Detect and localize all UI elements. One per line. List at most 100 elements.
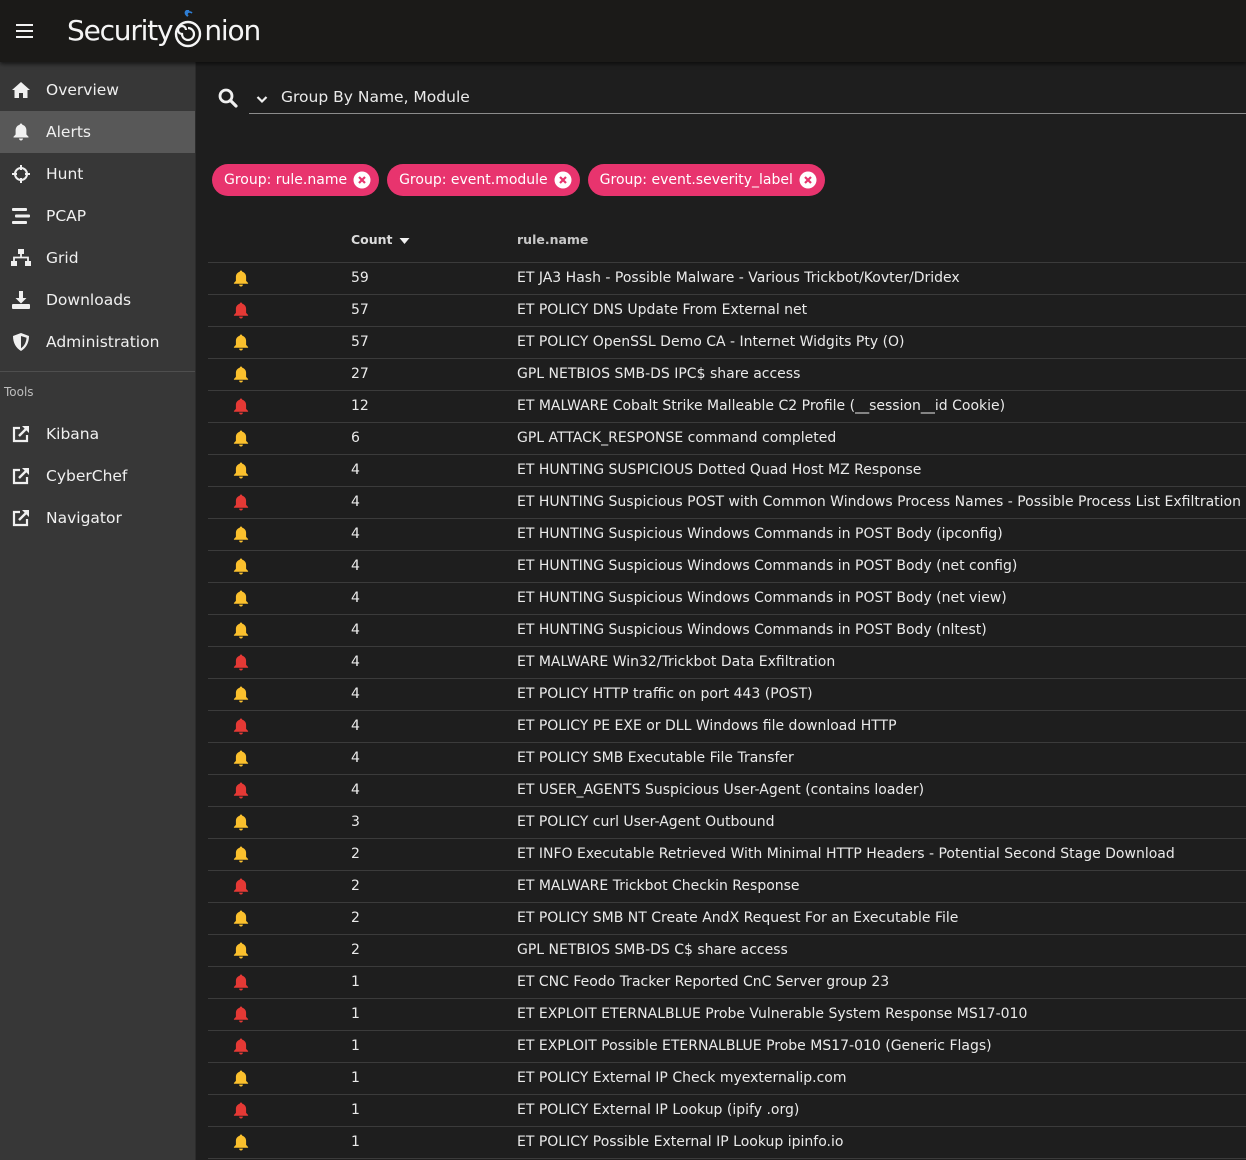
sidebar-item-grid[interactable]: Grid [0, 237, 195, 279]
severity-bell-icon[interactable] [233, 526, 249, 543]
severity-bell-icon[interactable] [233, 878, 249, 895]
table-row[interactable]: 4 ET POLICY PE EXE or DLL Windows file do… [208, 711, 1246, 743]
severity-bell-icon[interactable] [233, 750, 249, 767]
rule-name-cell[interactable]: ET HUNTING Suspicious Windows Commands i… [517, 526, 1003, 542]
table-row[interactable]: 12 ET MALWARE Cobalt Strike Malleable C2 … [208, 391, 1246, 423]
sidebar-item-navigator[interactable]: Navigator [0, 497, 195, 539]
sidebar-item-downloads[interactable]: Downloads [0, 279, 195, 321]
table-row[interactable]: 4 ET HUNTING Suspicious Windows Commands … [208, 519, 1246, 551]
sidebar-item-hunt[interactable]: Hunt [0, 153, 195, 195]
group-chip-event-severity-label[interactable]: Group: event.severity_label [587, 164, 825, 196]
close-circle-icon[interactable] [799, 171, 817, 189]
rule-name-cell[interactable]: ET POLICY DNS Update From External net [517, 302, 807, 318]
severity-bell-icon[interactable] [233, 1134, 249, 1151]
table-row[interactable]: 1 ET EXPLOIT ETERNALBLUE Probe Vulnerable… [208, 999, 1246, 1031]
group-chip-rule-name[interactable]: Group: rule.name [212, 164, 380, 196]
rule-name-cell[interactable]: ET POLICY curl User-Agent Outbound [517, 814, 775, 830]
rule-name-cell[interactable]: ET POLICY PE EXE or DLL Windows file dow… [517, 718, 897, 734]
rule-name-cell[interactable]: ET MALWARE Cobalt Strike Malleable C2 Pr… [517, 398, 1005, 414]
severity-bell-icon[interactable] [233, 590, 249, 607]
rule-name-cell[interactable]: ET CNC Feodo Tracker Reported CnC Server… [517, 974, 889, 990]
severity-bell-icon[interactable] [233, 558, 249, 575]
table-row[interactable]: 4 ET POLICY HTTP traffic on port 443 (POS… [208, 679, 1246, 711]
rule-name-cell[interactable]: GPL NETBIOS SMB-DS IPC$ share access [517, 366, 800, 382]
severity-bell-icon[interactable] [233, 974, 249, 991]
table-row[interactable]: 4 ET HUNTING Suspicious Windows Commands … [208, 615, 1246, 647]
table-row[interactable]: 3 ET POLICY curl User-Agent Outbound [208, 807, 1246, 839]
rule-name-cell[interactable]: ET EXPLOIT ETERNALBLUE Probe Vulnerable … [517, 1006, 1027, 1022]
table-row[interactable]: 27 GPL NETBIOS SMB-DS IPC$ share access [208, 359, 1246, 391]
sidebar-item-cyberchef[interactable]: CyberChef [0, 455, 195, 497]
severity-bell-icon[interactable] [233, 846, 249, 863]
rule-name-cell[interactable]: ET HUNTING Suspicious Windows Commands i… [517, 622, 987, 638]
group-chip-event-module[interactable]: Group: event.module [387, 164, 580, 196]
table-row[interactable]: 6 GPL ATTACK_RESPONSE command completed [208, 423, 1246, 455]
close-circle-icon[interactable] [353, 171, 371, 189]
severity-bell-icon[interactable] [233, 366, 249, 383]
table-row[interactable]: 4 ET HUNTING Suspicious Windows Commands … [208, 551, 1246, 583]
severity-bell-icon[interactable] [233, 1006, 249, 1023]
severity-bell-icon[interactable] [233, 1102, 249, 1119]
table-row[interactable]: 2 ET MALWARE Trickbot Checkin Response [208, 871, 1246, 903]
rule-name-cell[interactable]: ET HUNTING Suspicious POST with Common W… [517, 494, 1241, 510]
table-row[interactable]: 4 ET POLICY SMB Executable File Transfer [208, 743, 1246, 775]
severity-bell-icon[interactable] [233, 622, 249, 639]
rule-name-cell[interactable]: ET USER_AGENTS Suspicious User-Agent (co… [517, 782, 924, 798]
column-header-count[interactable]: Count [351, 232, 410, 247]
sidebar-item-kibana[interactable]: Kibana [0, 413, 195, 455]
severity-bell-icon[interactable] [233, 334, 249, 351]
rule-name-cell[interactable]: ET INFO Executable Retrieved With Minima… [517, 846, 1175, 862]
table-row[interactable]: 1 ET EXPLOIT Possible ETERNALBLUE Probe M… [208, 1031, 1246, 1063]
security-onion-logo[interactable]: Security nion [67, 8, 261, 52]
severity-bell-icon[interactable] [233, 398, 249, 415]
rule-name-cell[interactable]: ET MALWARE Trickbot Checkin Response [517, 878, 800, 894]
severity-bell-icon[interactable] [233, 494, 249, 511]
table-row[interactable]: 1 ET POLICY External IP Check myexternali… [208, 1063, 1246, 1095]
column-header-rule-name[interactable]: rule.name [517, 232, 588, 247]
table-row[interactable]: 4 ET HUNTING SUSPICIOUS Dotted Quad Host … [208, 455, 1246, 487]
table-row[interactable]: 2 ET POLICY SMB NT Create AndX Request Fo… [208, 903, 1246, 935]
table-row[interactable]: 4 ET HUNTING Suspicious Windows Commands … [208, 583, 1246, 615]
query-input[interactable] [249, 80, 1246, 114]
rule-name-cell[interactable]: ET HUNTING Suspicious Windows Commands i… [517, 590, 1007, 606]
rule-name-cell[interactable]: ET HUNTING SUSPICIOUS Dotted Quad Host M… [517, 462, 921, 478]
table-row[interactable]: 4 ET MALWARE Win32/Trickbot Data Exfiltra… [208, 647, 1246, 679]
sidebar-item-administration[interactable]: Administration [0, 321, 195, 363]
severity-bell-icon[interactable] [233, 302, 249, 319]
rule-name-cell[interactable]: ET POLICY External IP Check myexternalip… [517, 1070, 847, 1086]
menu-icon[interactable] [16, 24, 33, 38]
table-row[interactable]: 59 ET JA3 Hash - Possible Malware - Vario… [208, 263, 1246, 295]
rule-name-cell[interactable]: ET EXPLOIT Possible ETERNALBLUE Probe MS… [517, 1038, 992, 1054]
sidebar-item-overview[interactable]: Overview [0, 69, 195, 111]
table-row[interactable]: 1 ET POLICY Possible External IP Lookup i… [208, 1127, 1246, 1159]
table-row[interactable]: 4 ET USER_AGENTS Suspicious User-Agent (c… [208, 775, 1246, 807]
sidebar-item-alerts[interactable]: Alerts [0, 111, 195, 153]
search-icon[interactable] [218, 88, 238, 112]
table-row[interactable]: 57 ET POLICY DNS Update From External net [208, 295, 1246, 327]
table-row[interactable]: 2 GPL NETBIOS SMB-DS C$ share access [208, 935, 1246, 967]
rule-name-cell[interactable]: GPL NETBIOS SMB-DS C$ share access [517, 942, 788, 958]
table-row[interactable]: 2 ET INFO Executable Retrieved With Minim… [208, 839, 1246, 871]
severity-bell-icon[interactable] [233, 462, 249, 479]
rule-name-cell[interactable]: ET POLICY External IP Lookup (ipify .org… [517, 1102, 799, 1118]
severity-bell-icon[interactable] [233, 686, 249, 703]
severity-bell-icon[interactable] [233, 270, 249, 287]
sidebar-item-pcap[interactable]: PCAP [0, 195, 195, 237]
severity-bell-icon[interactable] [233, 1038, 249, 1055]
severity-bell-icon[interactable] [233, 1070, 249, 1087]
rule-name-cell[interactable]: ET HUNTING Suspicious Windows Commands i… [517, 558, 1017, 574]
rule-name-cell[interactable]: ET POLICY HTTP traffic on port 443 (POST… [517, 686, 813, 702]
table-row[interactable]: 1 ET CNC Feodo Tracker Reported CnC Serve… [208, 967, 1246, 999]
chevron-down-icon[interactable] [256, 92, 268, 108]
rule-name-cell[interactable]: ET POLICY Possible External IP Lookup ip… [517, 1134, 843, 1150]
rule-name-cell[interactable]: GPL ATTACK_RESPONSE command completed [517, 430, 836, 446]
severity-bell-icon[interactable] [233, 942, 249, 959]
rule-name-cell[interactable]: ET MALWARE Win32/Trickbot Data Exfiltrat… [517, 654, 835, 670]
rule-name-cell[interactable]: ET POLICY SMB NT Create AndX Request For… [517, 910, 958, 926]
table-row[interactable]: 4 ET HUNTING Suspicious POST with Common … [208, 487, 1246, 519]
severity-bell-icon[interactable] [233, 430, 249, 447]
table-row[interactable]: 57 ET POLICY OpenSSL Demo CA - Internet W… [208, 327, 1246, 359]
rule-name-cell[interactable]: ET POLICY SMB Executable File Transfer [517, 750, 794, 766]
severity-bell-icon[interactable] [233, 654, 249, 671]
table-row[interactable]: 1 ET POLICY External IP Lookup (ipify .or… [208, 1095, 1246, 1127]
